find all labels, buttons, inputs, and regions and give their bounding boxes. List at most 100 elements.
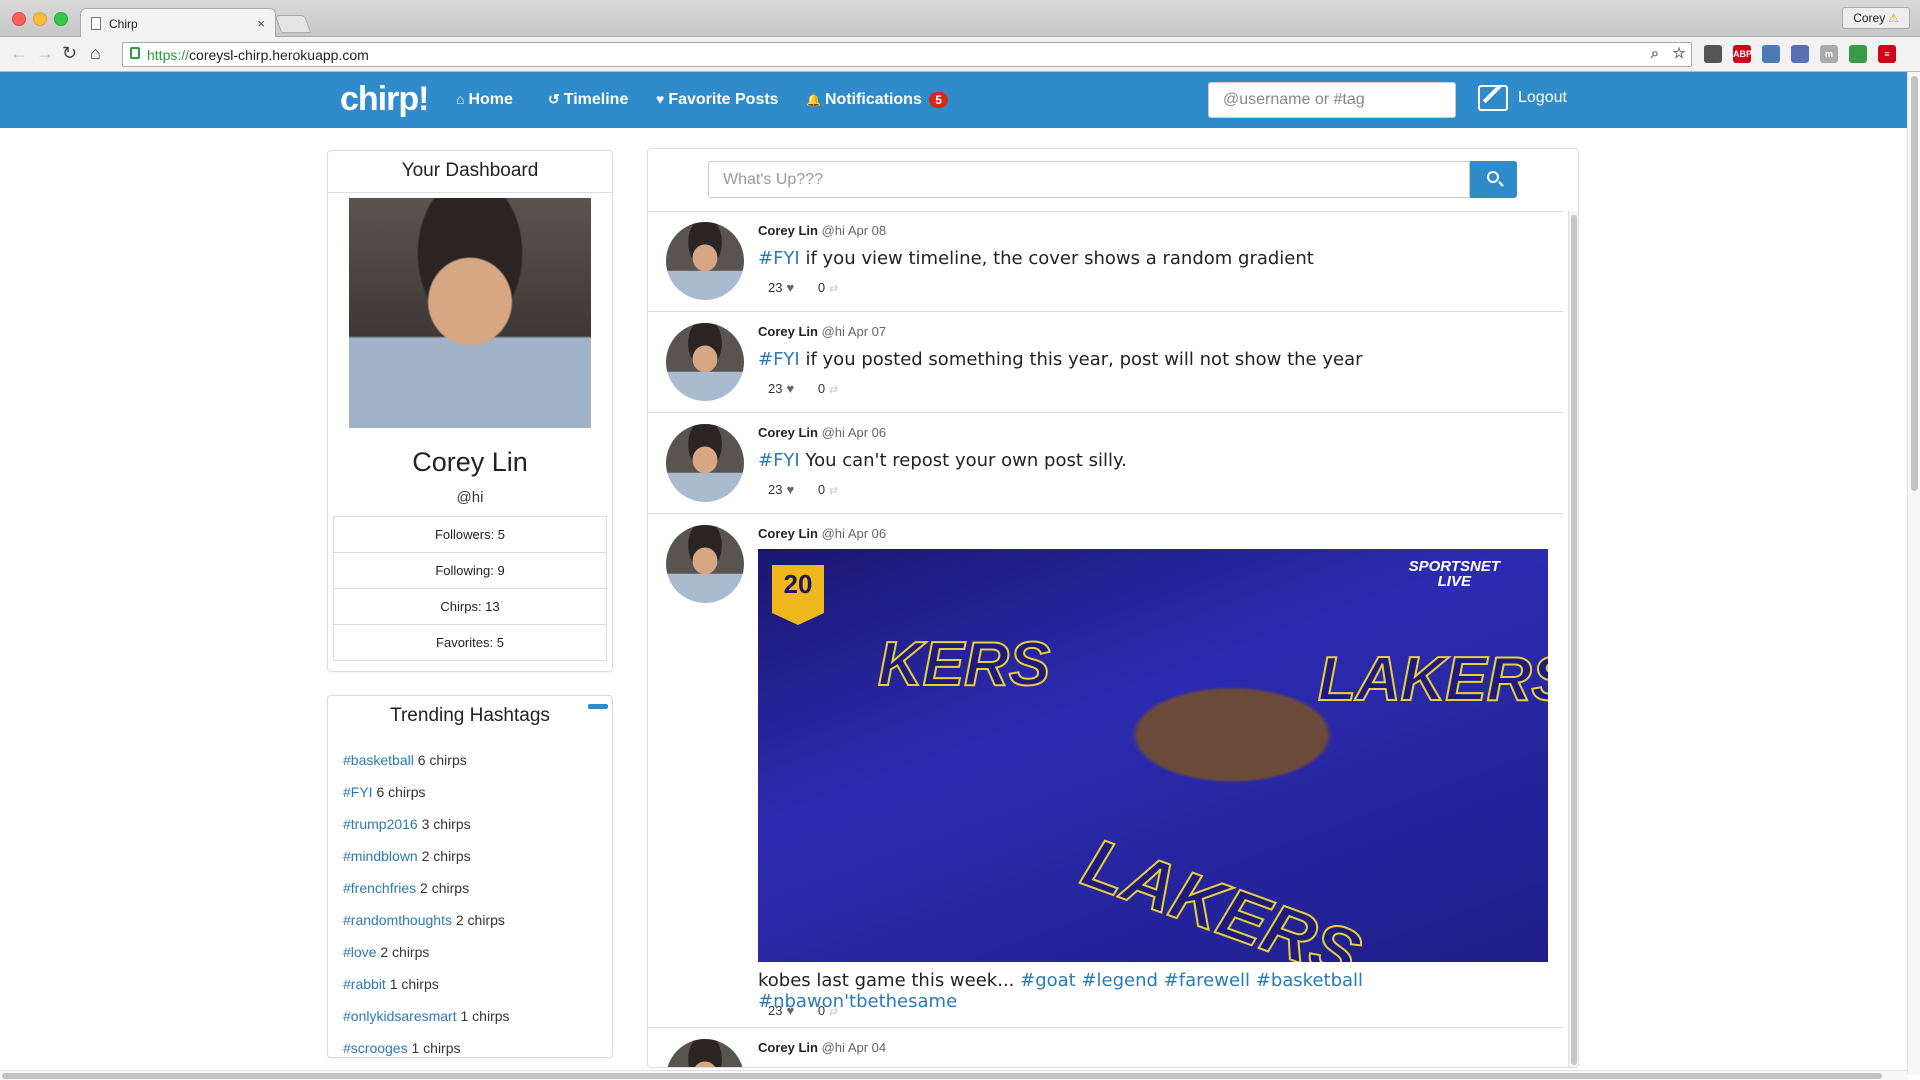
nav-home[interactable]: ⌂ Home (456, 91, 513, 109)
menu-icon[interactable]: ≡ (1878, 45, 1896, 63)
avatar[interactable] (666, 525, 744, 603)
stat-following[interactable]: Following: 9 (333, 552, 607, 589)
post-handle[interactable]: @hi (822, 324, 845, 339)
post-date: Apr 06 (847, 526, 887, 541)
trending-hashtag-link[interactable]: #trump2016 (343, 816, 418, 832)
browser-tab[interactable]: Chirp × (80, 8, 276, 38)
profile-photo[interactable] (349, 198, 591, 428)
forward-icon[interactable]: → (36, 43, 54, 64)
heart-icon[interactable]: ♥ (786, 381, 794, 396)
post-handle[interactable]: @hi (822, 223, 845, 238)
post-handle[interactable]: @hi (822, 1040, 845, 1055)
trending-hashtag-row: #randomthoughts 2 chirps (343, 912, 505, 928)
post-handle[interactable]: @hi (822, 425, 845, 440)
heart-icon[interactable]: ♥ (786, 1003, 794, 1018)
post-author[interactable]: Corey Lin (758, 324, 818, 339)
post-hashtag[interactable]: #FYI (758, 349, 800, 370)
heart-icon[interactable]: ♥ (786, 280, 794, 295)
page-vertical-scrollbar[interactable] (1907, 72, 1920, 1075)
reload-icon[interactable]: ↻ (62, 43, 77, 64)
post-hashtag[interactable]: #goat (1020, 970, 1076, 991)
new-tab-button[interactable] (274, 15, 312, 33)
tab-close-icon[interactable]: × (257, 16, 265, 31)
brand-logo[interactable]: chirp! (340, 80, 429, 119)
trending-hashtag-link[interactable]: #FYI (343, 784, 373, 800)
avatar[interactable] (666, 323, 744, 401)
avatar[interactable] (666, 222, 744, 300)
nav-notifications[interactable]: 🔔 Notifications 5 (806, 91, 948, 109)
post-hashtag[interactable]: #basketball (1256, 970, 1363, 991)
avatar[interactable] (666, 424, 744, 502)
trending-hashtag-link[interactable]: #randomthoughts (343, 912, 452, 928)
trending-hashtag-link[interactable]: #scrooges (343, 1040, 408, 1056)
trending-hashtag-row: #rabbit 1 chirps (343, 976, 439, 992)
post-author[interactable]: Corey Lin (758, 223, 818, 238)
window-close-button[interactable] (12, 12, 26, 26)
post-text: #FYI if you posted something this year, … (758, 349, 1363, 370)
logout-button[interactable]: Logout (1478, 85, 1567, 111)
back-icon[interactable]: ← (10, 43, 28, 64)
collapse-icon[interactable] (588, 704, 608, 709)
post-hashtag[interactable]: #FYI (758, 450, 800, 471)
m-icon[interactable]: m (1820, 45, 1838, 63)
post-hashtag[interactable]: #farewell (1164, 970, 1250, 991)
pocket-icon[interactable] (1704, 45, 1722, 63)
nav-timeline[interactable]: ↺ Timeline (548, 91, 628, 109)
post-author[interactable]: Corey Lin (758, 526, 818, 541)
post-hashtag[interactable]: #legend (1081, 970, 1158, 991)
trending-hashtag-link[interactable]: #frenchfries (343, 880, 416, 896)
window-zoom-button[interactable] (54, 12, 68, 26)
avatar[interactable] (666, 1039, 744, 1067)
edit-icon (1478, 85, 1508, 111)
page-scroll-thumb[interactable] (1911, 76, 1918, 491)
trending-hashtag-link[interactable]: #basketball (343, 752, 414, 768)
trending-hashtag-link[interactable]: #onlykidsaresmart (343, 1008, 457, 1024)
trending-hashtag-count: 3 chirps (421, 816, 471, 832)
stat-favorites[interactable]: Favorites: 5 (333, 624, 607, 661)
compose-submit-button[interactable] (1470, 161, 1517, 198)
trending-hashtag-link[interactable]: #love (343, 944, 376, 960)
post-author[interactable]: Corey Lin (758, 1040, 818, 1055)
page-hscroll-thumb[interactable] (2, 1073, 1882, 1079)
broadcast-logo: SPORTSNET LIVE (1409, 559, 1500, 589)
post-image[interactable]: 20 SPORTSNET LIVE KERS LAKERS LAKERS (758, 549, 1548, 962)
trending-hashtag-count: 6 chirps (417, 752, 467, 768)
post-handle[interactable]: @hi (822, 526, 845, 541)
window-minimize-button[interactable] (33, 12, 47, 26)
app-navbar: chirp! ⌂ Home ↺ Timeline ♥ Favorite Posts 🔔… (0, 72, 1920, 128)
trending-hashtag-link[interactable]: #mindblown (343, 848, 418, 864)
page-horizontal-scrollbar[interactable] (0, 1070, 1907, 1080)
repost-icon[interactable]: ⇄ (829, 283, 838, 295)
repost-icon[interactable]: ⇄ (829, 384, 838, 396)
browser-profile-button[interactable]: Corey ⚠ (1842, 7, 1910, 29)
stat-chirps[interactable]: Chirps: 13 (333, 588, 607, 625)
nav-favorites[interactable]: ♥ Favorite Posts (656, 91, 779, 109)
profile-stats: Followers: 5 Following: 9 Chirps: 13 Fav… (333, 516, 607, 661)
feed-scroll-thumb[interactable] (1571, 215, 1577, 1065)
heart-icon[interactable]: ♥ (786, 482, 794, 497)
post-author[interactable]: Corey Lin (758, 425, 818, 440)
adblock-icon[interactable]: ABP (1733, 45, 1752, 63)
like-count: 23 (768, 381, 783, 396)
nav-timeline-label: Timeline (563, 91, 629, 108)
calendar-icon[interactable] (1791, 45, 1809, 63)
post-date: Apr 08 (847, 223, 887, 238)
now-icon[interactable] (1849, 45, 1867, 63)
post-actions: 23 ♥ 0 ⇄ (768, 1003, 838, 1018)
post-hashtag[interactable]: #FYI (758, 248, 800, 269)
stat-followers[interactable]: Followers: 5 (333, 516, 607, 553)
compose-input[interactable]: What's Up??? (708, 161, 1470, 198)
profile-name: Corey (1853, 11, 1886, 25)
magnify-icon[interactable]: ⌕ (1646, 45, 1664, 63)
repost-icon[interactable]: ⇄ (829, 485, 838, 497)
user-tag-search-input[interactable]: @username or #tag (1208, 82, 1456, 118)
repost-icon[interactable]: ⇄ (829, 1006, 838, 1018)
cast-icon[interactable] (1762, 45, 1780, 63)
star-icon[interactable]: ☆ (1670, 45, 1688, 63)
feed-scrollbar[interactable] (1568, 211, 1578, 1067)
like-count: 23 (768, 482, 783, 497)
home-browser-icon[interactable]: ⌂ (90, 43, 101, 64)
like-count: 23 (768, 280, 783, 295)
trending-hashtag-link[interactable]: #rabbit (343, 976, 386, 992)
address-bar[interactable]: https://coreysl-chirp.herokuapp.com (122, 42, 1692, 67)
